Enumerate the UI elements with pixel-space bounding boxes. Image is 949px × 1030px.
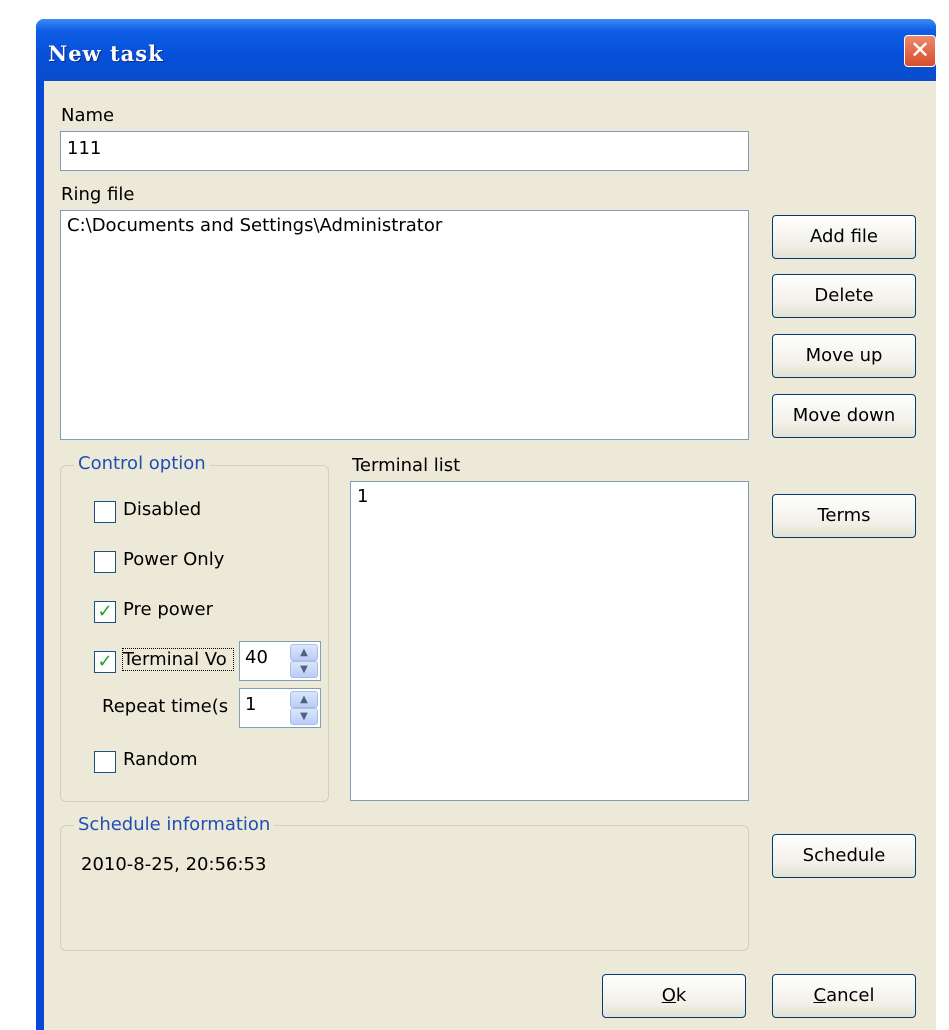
name-label: Name — [61, 105, 115, 126]
schedule-button[interactable]: Schedule — [772, 834, 916, 878]
spin-down-icon[interactable]: ▼ — [290, 661, 318, 678]
delete-button[interactable]: Delete — [772, 274, 916, 318]
disabled-checkbox[interactable] — [94, 501, 116, 523]
schedule-datetime: 2010-8-25, 20:56:53 — [81, 854, 267, 875]
pre-power-label[interactable]: Pre power — [123, 599, 213, 620]
move-up-button[interactable]: Move up — [772, 334, 916, 378]
terminal-volume-label[interactable]: Terminal Vo — [122, 648, 234, 671]
name-input[interactable]: 111 — [60, 131, 749, 171]
repeat-times-value[interactable]: 1 — [245, 694, 256, 715]
new-task-dialog: New task ✕ Name 111 Ring file C:\Documen… — [36, 19, 936, 1030]
spin-down-icon[interactable]: ▼ — [290, 708, 318, 725]
cancel-mnemonic: C — [813, 985, 827, 1006]
repeat-times-stepper[interactable]: 1 ▲ ▼ — [239, 688, 321, 728]
spin-up-icon[interactable]: ▲ — [290, 644, 318, 661]
terminal-volume-value[interactable]: 40 — [245, 647, 268, 668]
disabled-label[interactable]: Disabled — [123, 499, 201, 520]
control-option-caption: Control option — [74, 453, 210, 474]
schedule-information-caption: Schedule information — [74, 814, 275, 835]
terminal-list-item[interactable]: 1 — [351, 482, 748, 511]
terminal-list[interactable]: 1 — [350, 481, 749, 801]
power-only-label[interactable]: Power Only — [123, 549, 224, 570]
repeat-times-label: Repeat time(s — [102, 696, 229, 717]
move-down-button[interactable]: Move down — [772, 394, 916, 438]
close-icon[interactable]: ✕ — [904, 35, 936, 67]
cancel-button[interactable]: Cancel — [772, 974, 916, 1018]
cancel-label-rest: ancel — [826, 985, 875, 1006]
ring-file-label: Ring file — [61, 184, 135, 205]
spin-buttons[interactable]: ▲ ▼ — [290, 691, 318, 725]
dialog-client-area: Name 111 Ring file C:\Documents and Sett… — [44, 81, 936, 1030]
terminal-list-label: Terminal list — [352, 455, 461, 476]
schedule-information-group — [60, 825, 749, 951]
ring-file-list[interactable]: C:\Documents and Settings\Administrator — [60, 210, 749, 440]
power-only-checkbox[interactable] — [94, 551, 116, 573]
random-checkbox[interactable] — [94, 751, 116, 773]
random-label[interactable]: Random — [123, 749, 198, 770]
ok-label-rest: k — [675, 985, 687, 1006]
terminal-volume-checkbox[interactable]: ✓ — [94, 651, 116, 673]
spin-up-icon[interactable]: ▲ — [290, 691, 318, 708]
ring-file-item[interactable]: C:\Documents and Settings\Administrator — [61, 211, 748, 240]
dialog-title: New task — [48, 41, 164, 66]
pre-power-checkbox[interactable]: ✓ — [94, 601, 116, 623]
terminal-volume-stepper[interactable]: 40 ▲ ▼ — [239, 641, 321, 681]
title-bar[interactable]: New task ✕ — [36, 19, 936, 81]
spin-buttons[interactable]: ▲ ▼ — [290, 644, 318, 678]
ok-mnemonic: O — [661, 985, 676, 1006]
add-file-button[interactable]: Add file — [772, 215, 916, 259]
ok-button[interactable]: Ok — [602, 974, 746, 1018]
terms-button[interactable]: Terms — [772, 494, 916, 538]
